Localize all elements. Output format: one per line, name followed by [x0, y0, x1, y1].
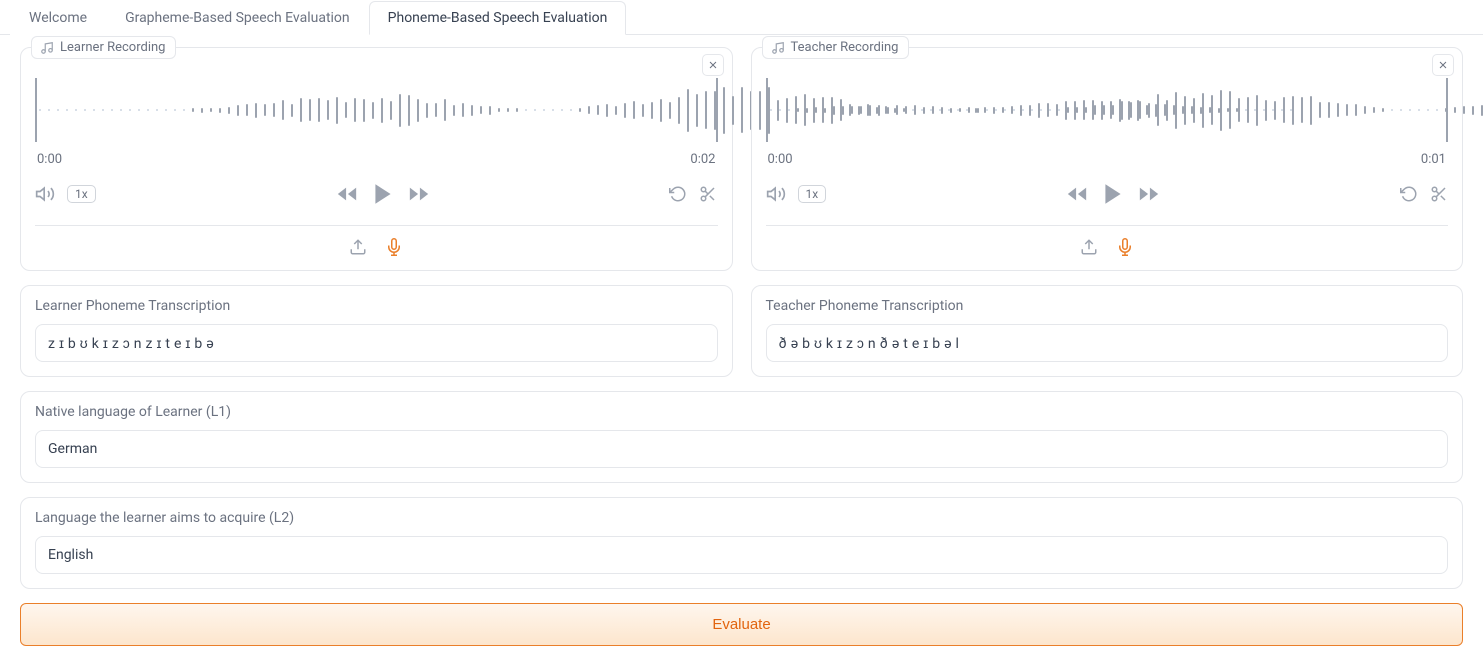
- teacher-waveform[interactable]: [766, 78, 1449, 142]
- close-icon: [1437, 59, 1449, 71]
- scissors-icon[interactable]: [1430, 185, 1448, 203]
- learner-transcription-input[interactable]: [35, 324, 718, 362]
- main-content: Learner Recording 0:00 0:02: [0, 35, 1483, 658]
- forward-icon[interactable]: [1138, 183, 1160, 205]
- learner-recording-panel: Learner Recording 0:00 0:02: [20, 47, 733, 271]
- teacher-recording-panel: Teacher Recording 0:00 0:01: [751, 47, 1464, 271]
- teacher-transcription-panel: Teacher Phoneme Transcription: [751, 285, 1464, 377]
- divider: [766, 225, 1449, 226]
- tab-welcome[interactable]: Welcome: [10, 1, 106, 35]
- learner-chip-label: Learner Recording: [60, 40, 165, 55]
- teacher-time-row: 0:00 0:01: [766, 152, 1449, 167]
- mic-icon[interactable]: [385, 238, 403, 256]
- learner-transcription-panel: Learner Phoneme Transcription: [20, 285, 733, 377]
- l1-label: Native language of Learner (L1): [35, 404, 1448, 420]
- teacher-close-button[interactable]: [1432, 54, 1454, 76]
- scissors-icon[interactable]: [699, 185, 717, 203]
- teacher-transcription-label: Teacher Phoneme Transcription: [766, 298, 1449, 314]
- teacher-upload-row: [766, 238, 1449, 256]
- tab-bar: Welcome Grapheme-Based Speech Evaluation…: [0, 0, 1483, 35]
- learner-time-row: 0:00 0:02: [35, 152, 718, 167]
- undo-icon[interactable]: [669, 185, 687, 203]
- upload-icon[interactable]: [1080, 238, 1098, 256]
- teacher-time-end: 0:01: [1421, 152, 1446, 167]
- divider: [35, 225, 718, 226]
- learner-close-button[interactable]: [702, 54, 724, 76]
- l1-panel: Native language of Learner (L1): [20, 391, 1463, 483]
- l2-input[interactable]: [35, 536, 1448, 574]
- rewind-icon[interactable]: [1066, 183, 1088, 205]
- teacher-chip: Teacher Recording: [762, 36, 910, 59]
- learner-time-end: 0:02: [690, 152, 715, 167]
- volume-icon[interactable]: [35, 184, 55, 204]
- l2-label: Language the learner aims to acquire (L2…: [35, 510, 1448, 526]
- teacher-transcription-input[interactable]: [766, 324, 1449, 362]
- music-icon: [771, 41, 785, 55]
- undo-icon[interactable]: [1400, 185, 1418, 203]
- close-icon: [707, 59, 719, 71]
- mic-icon[interactable]: [1116, 238, 1134, 256]
- learner-speed-badge[interactable]: 1x: [67, 185, 96, 203]
- upload-icon[interactable]: [349, 238, 367, 256]
- teacher-time-start: 0:00: [768, 152, 793, 167]
- play-icon[interactable]: [370, 181, 396, 207]
- learner-upload-row: [35, 238, 718, 256]
- teacher-speed-badge[interactable]: 1x: [798, 185, 827, 203]
- learner-chip: Learner Recording: [31, 36, 176, 59]
- learner-waveform[interactable]: [35, 78, 718, 142]
- forward-icon[interactable]: [408, 183, 430, 205]
- tab-grapheme[interactable]: Grapheme-Based Speech Evaluation: [106, 1, 369, 35]
- play-icon[interactable]: [1100, 181, 1126, 207]
- teacher-controls: 1x: [766, 181, 1449, 207]
- l2-panel: Language the learner aims to acquire (L2…: [20, 497, 1463, 589]
- learner-controls: 1x: [35, 181, 718, 207]
- evaluate-button[interactable]: Evaluate: [20, 603, 1463, 646]
- learner-time-start: 0:00: [37, 152, 62, 167]
- music-icon: [40, 41, 54, 55]
- learner-transcription-label: Learner Phoneme Transcription: [35, 298, 718, 314]
- l1-input[interactable]: [35, 430, 1448, 468]
- rewind-icon[interactable]: [336, 183, 358, 205]
- teacher-chip-label: Teacher Recording: [791, 40, 899, 55]
- tab-phoneme[interactable]: Phoneme-Based Speech Evaluation: [369, 1, 627, 35]
- volume-icon[interactable]: [766, 184, 786, 204]
